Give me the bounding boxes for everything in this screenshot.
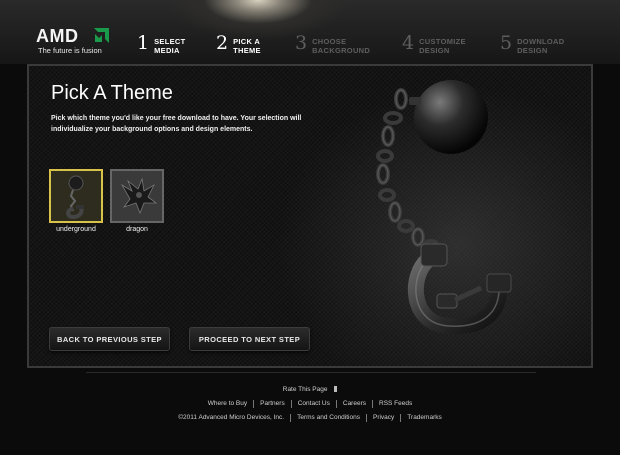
tagline: The future is fusion [38, 46, 102, 55]
footer-link-terms[interactable]: Terms and Conditions [290, 414, 366, 422]
footer-divider [86, 372, 536, 373]
step-number: 5 [500, 32, 513, 54]
step-pick-theme[interactable]: 2 PICK A THEME [216, 33, 261, 59]
amd-arrow-icon [94, 28, 109, 43]
amd-logo[interactable]: AMD [36, 26, 109, 47]
step-choose-background: 3 CHOOSE BACKGROUND [295, 33, 370, 59]
thumb-icon [334, 386, 338, 392]
theme-label: dragon [126, 226, 148, 233]
theme-option-underground[interactable]: underground [49, 169, 103, 233]
footer-link-partners[interactable]: Partners [253, 400, 291, 408]
next-button[interactable]: PROCEED TO NEXT STEP [189, 327, 310, 351]
rate-label: Rate This Page [282, 386, 328, 393]
step-label: CUSTOMIZE DESIGN [419, 37, 466, 55]
rate-this-page[interactable]: Rate This Page [0, 386, 620, 393]
theme-option-dragon[interactable]: dragon [110, 169, 164, 233]
intro-text: Pick which theme you'd like your free do… [51, 115, 302, 133]
page-title: Pick A Theme [51, 82, 173, 104]
footer-links-primary: Where to Buy Partners Contact Us Careers… [0, 400, 620, 408]
step-label: PICK A THEME [233, 37, 261, 55]
step-number: 3 [295, 32, 308, 54]
footer-link-rss-feeds[interactable]: RSS Feeds [372, 400, 418, 408]
footer-link-contact-us[interactable]: Contact Us [290, 400, 336, 408]
footer-link-privacy[interactable]: Privacy [365, 414, 400, 422]
ball-and-chain-image [376, 80, 512, 335]
dragon-icon [120, 177, 158, 215]
theme-label: underground [56, 226, 96, 233]
footer-links-legal: ©2011 Advanced Micro Devices, Inc. Terms… [0, 414, 620, 422]
step-number: 2 [216, 32, 229, 54]
site-header: AMD The future is fusion 1 SELECT MEDIA 2… [0, 0, 620, 64]
step-label: DOWNLOAD DESIGN [517, 37, 565, 55]
step-label: SELECT MEDIA [154, 37, 186, 55]
step-select-media[interactable]: 1 SELECT MEDIA [137, 33, 185, 59]
step-download-design: 5 DOWNLOAD DESIGN [500, 33, 565, 59]
step-number: 4 [402, 32, 415, 54]
theme-panel: Pick A Theme Pick which theme you'd like… [27, 64, 593, 368]
back-button[interactable]: BACK TO PREVIOUS STEP [49, 327, 170, 351]
theme-thumbnail[interactable] [49, 169, 103, 223]
step-label: CHOOSE BACKGROUND [312, 37, 371, 55]
theme-thumbnail[interactable] [110, 169, 164, 223]
footer-link-careers[interactable]: Careers [335, 400, 372, 408]
logo-text: AMD [36, 26, 79, 46]
footer-link-where-to-buy[interactable]: Where to Buy [202, 400, 253, 408]
step-number: 1 [137, 32, 150, 54]
footer-link-trademarks[interactable]: Trademarks [400, 414, 447, 422]
copyright-text: ©2011 Advanced Micro Devices, Inc. [178, 414, 285, 421]
step-customize-design: 4 CUSTOMIZE DESIGN [402, 33, 466, 59]
ball-and-chain-icon [66, 175, 84, 220]
